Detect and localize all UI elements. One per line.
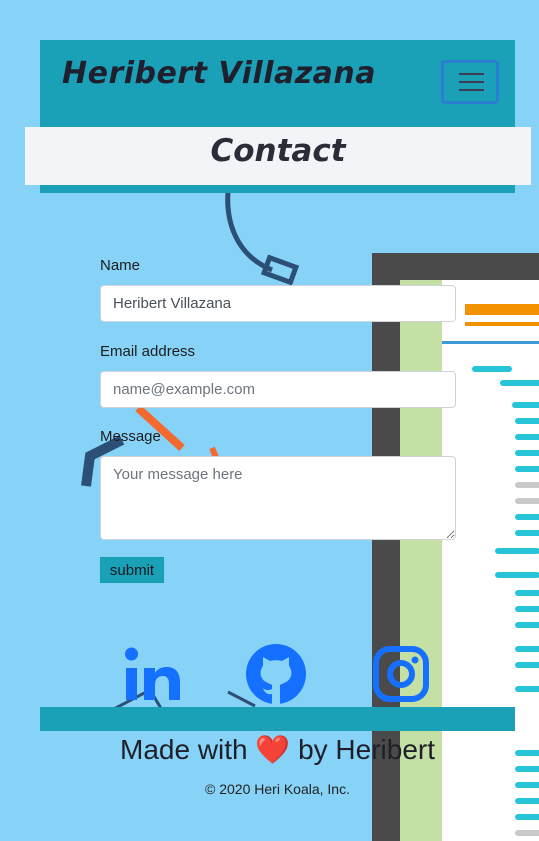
copyright-text: © 2020 Heri Koala, Inc.	[205, 781, 350, 797]
heading-underline	[40, 185, 515, 193]
made-suffix: by Heribert	[298, 734, 435, 765]
name-label: Name	[100, 257, 141, 274]
email-label: Email address	[100, 343, 196, 360]
footer-bar	[40, 707, 515, 731]
heart-icon: ❤️	[255, 734, 291, 765]
made-prefix: Made with	[120, 734, 248, 765]
made-with-text: Made with ❤️ by Heribert	[0, 733, 539, 766]
page-title: Contact	[210, 133, 346, 169]
email-input[interactable]	[100, 371, 456, 408]
menu-toggle-button[interactable]	[441, 60, 499, 104]
message-label: Message	[100, 428, 161, 445]
brand-title[interactable]: Heribert Villazana	[62, 56, 376, 91]
instagram-icon[interactable]	[371, 644, 431, 704]
name-input[interactable]	[100, 285, 456, 322]
linkedin-icon[interactable]	[122, 644, 182, 704]
message-textarea[interactable]	[100, 456, 456, 540]
submit-button[interactable]: submit	[100, 557, 164, 583]
github-icon[interactable]	[246, 644, 306, 704]
navbar: Heribert Villazana	[40, 40, 515, 128]
page-heading-box: Contact	[25, 127, 531, 185]
